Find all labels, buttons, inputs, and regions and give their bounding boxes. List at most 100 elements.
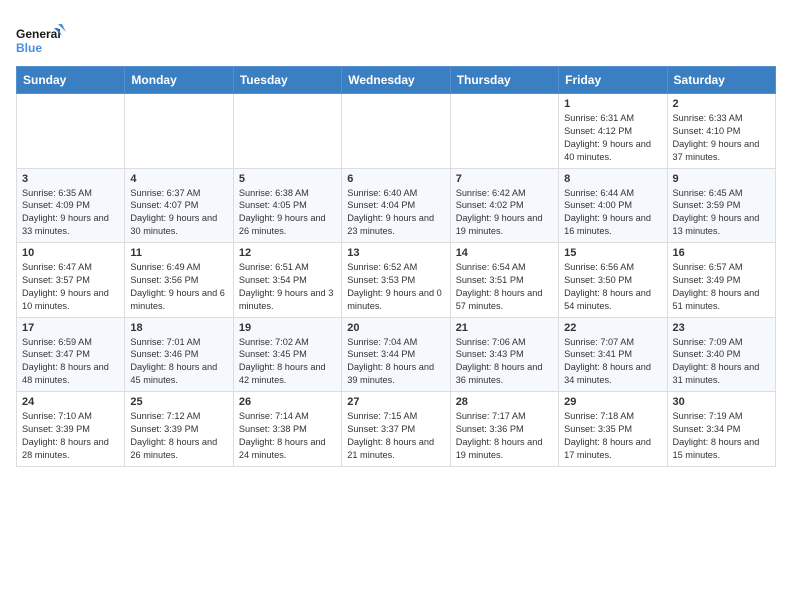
day-number: 17 <box>22 322 119 334</box>
calendar-cell: 11 Sunrise: 6:49 AM Sunset: 3:56 PM Dayli… <box>125 243 233 318</box>
calendar-cell: 15 Sunrise: 6:56 AM Sunset: 3:50 PM Dayli… <box>559 243 667 318</box>
calendar-cell: 29 Sunrise: 7:18 AM Sunset: 3:35 PM Dayli… <box>559 392 667 467</box>
calendar-cell: 28Sunrise: 7:17 AM Sunset: 3:36 PM Dayli… <box>450 392 558 467</box>
weekday-header-sunday: Sunday <box>17 67 125 94</box>
weekday-header-thursday: Thursday <box>450 67 558 94</box>
day-info: Sunrise: 6:33 AM Sunset: 4:10 PM Dayligh… <box>673 112 770 164</box>
day-number: 5 <box>239 173 336 185</box>
day-info: Sunrise: 6:31 AM Sunset: 4:12 PM Dayligh… <box>564 112 661 164</box>
calendar-cell: 20 Sunrise: 7:04 AM Sunset: 3:44 PM Dayli… <box>342 317 450 392</box>
day-number: 4 <box>130 173 227 185</box>
day-info: Sunrise: 6:57 AM Sunset: 3:49 PM Dayligh… <box>673 261 770 313</box>
day-info: Sunrise: 6:49 AM Sunset: 3:56 PM Dayligh… <box>130 261 227 313</box>
weekday-header-wednesday: Wednesday <box>342 67 450 94</box>
calendar-cell <box>342 94 450 169</box>
day-info: Sunrise: 7:19 AM Sunset: 3:34 PM Dayligh… <box>673 410 770 462</box>
weekday-header-saturday: Saturday <box>667 67 775 94</box>
day-info: Sunrise: 7:12 AM Sunset: 3:39 PM Dayligh… <box>130 410 227 462</box>
day-info: Sunrise: 6:52 AM Sunset: 3:53 PM Dayligh… <box>347 261 444 313</box>
calendar-cell: 16 Sunrise: 6:57 AM Sunset: 3:49 PM Dayli… <box>667 243 775 318</box>
calendar-week-1: 1 Sunrise: 6:31 AM Sunset: 4:12 PM Daylig… <box>17 94 776 169</box>
weekday-header-friday: Friday <box>559 67 667 94</box>
day-number: 14 <box>456 247 553 259</box>
calendar-cell: 5Sunrise: 6:38 AM Sunset: 4:05 PM Daylig… <box>233 168 341 243</box>
calendar-week-3: 10 Sunrise: 6:47 AM Sunset: 3:57 PM Dayli… <box>17 243 776 318</box>
day-number: 10 <box>22 247 119 259</box>
day-number: 23 <box>673 322 770 334</box>
logo: General Blue <box>16 22 66 62</box>
day-info: Sunrise: 6:45 AM Sunset: 3:59 PM Dayligh… <box>673 187 770 239</box>
day-info: Sunrise: 7:15 AM Sunset: 3:37 PM Dayligh… <box>347 410 444 462</box>
day-info: Sunrise: 6:54 AM Sunset: 3:51 PM Dayligh… <box>456 261 553 313</box>
day-number: 25 <box>130 396 227 408</box>
calendar-cell: 14 Sunrise: 6:54 AM Sunset: 3:51 PM Dayli… <box>450 243 558 318</box>
calendar-cell: 13 Sunrise: 6:52 AM Sunset: 3:53 PM Dayli… <box>342 243 450 318</box>
day-info: Sunrise: 7:02 AM Sunset: 3:45 PM Dayligh… <box>239 336 336 388</box>
calendar-week-5: 24 Sunrise: 7:10 AM Sunset: 3:39 PM Dayli… <box>17 392 776 467</box>
day-info: Sunrise: 7:14 AM Sunset: 3:38 PM Dayligh… <box>239 410 336 462</box>
calendar-cell: 25 Sunrise: 7:12 AM Sunset: 3:39 PM Dayli… <box>125 392 233 467</box>
day-number: 26 <box>239 396 336 408</box>
calendar-cell: 24 Sunrise: 7:10 AM Sunset: 3:39 PM Dayli… <box>17 392 125 467</box>
day-info: Sunrise: 7:04 AM Sunset: 3:44 PM Dayligh… <box>347 336 444 388</box>
day-number: 2 <box>673 98 770 110</box>
day-info: Sunrise: 7:01 AM Sunset: 3:46 PM Dayligh… <box>130 336 227 388</box>
calendar-table: SundayMondayTuesdayWednesdayThursdayFrid… <box>16 66 776 467</box>
day-info: Sunrise: 6:59 AM Sunset: 3:47 PM Dayligh… <box>22 336 119 388</box>
day-number: 21 <box>456 322 553 334</box>
calendar-cell: 17 Sunrise: 6:59 AM Sunset: 3:47 PM Dayli… <box>17 317 125 392</box>
calendar-cell: 30 Sunrise: 7:19 AM Sunset: 3:34 PM Dayli… <box>667 392 775 467</box>
weekday-header-monday: Monday <box>125 67 233 94</box>
day-number: 9 <box>673 173 770 185</box>
day-number: 6 <box>347 173 444 185</box>
day-number: 8 <box>564 173 661 185</box>
day-info: Sunrise: 6:35 AM Sunset: 4:09 PM Dayligh… <box>22 187 119 239</box>
weekday-header-row: SundayMondayTuesdayWednesdayThursdayFrid… <box>17 67 776 94</box>
day-number: 13 <box>347 247 444 259</box>
calendar-cell: 1 Sunrise: 6:31 AM Sunset: 4:12 PM Daylig… <box>559 94 667 169</box>
day-info: Sunrise: 7:18 AM Sunset: 3:35 PM Dayligh… <box>564 410 661 462</box>
calendar-cell: 26 Sunrise: 7:14 AM Sunset: 3:38 PM Dayli… <box>233 392 341 467</box>
logo-svg: General Blue <box>16 22 66 62</box>
day-info: Sunrise: 6:42 AM Sunset: 4:02 PM Dayligh… <box>456 187 553 239</box>
day-info: Sunrise: 6:56 AM Sunset: 3:50 PM Dayligh… <box>564 261 661 313</box>
day-info: Sunrise: 7:09 AM Sunset: 3:40 PM Dayligh… <box>673 336 770 388</box>
calendar-week-4: 17 Sunrise: 6:59 AM Sunset: 3:47 PM Dayli… <box>17 317 776 392</box>
day-number: 27 <box>347 396 444 408</box>
calendar-cell <box>450 94 558 169</box>
day-number: 30 <box>673 396 770 408</box>
day-number: 22 <box>564 322 661 334</box>
calendar-cell: 2 Sunrise: 6:33 AM Sunset: 4:10 PM Daylig… <box>667 94 775 169</box>
calendar-cell: 4 Sunrise: 6:37 AM Sunset: 4:07 PM Daylig… <box>125 168 233 243</box>
day-number: 15 <box>564 247 661 259</box>
day-info: Sunrise: 6:40 AM Sunset: 4:04 PM Dayligh… <box>347 187 444 239</box>
day-number: 16 <box>673 247 770 259</box>
calendar-week-2: 3 Sunrise: 6:35 AM Sunset: 4:09 PM Daylig… <box>17 168 776 243</box>
day-number: 29 <box>564 396 661 408</box>
day-info: Sunrise: 7:10 AM Sunset: 3:39 PM Dayligh… <box>22 410 119 462</box>
calendar-cell <box>125 94 233 169</box>
day-info: Sunrise: 6:47 AM Sunset: 3:57 PM Dayligh… <box>22 261 119 313</box>
page-header: General Blue <box>16 16 776 62</box>
calendar-cell: 19 Sunrise: 7:02 AM Sunset: 3:45 PM Dayli… <box>233 317 341 392</box>
day-number: 19 <box>239 322 336 334</box>
day-number: 24 <box>22 396 119 408</box>
day-info: Sunrise: 7:07 AM Sunset: 3:41 PM Dayligh… <box>564 336 661 388</box>
day-number: 1 <box>564 98 661 110</box>
calendar-cell: 3 Sunrise: 6:35 AM Sunset: 4:09 PM Daylig… <box>17 168 125 243</box>
calendar-cell <box>233 94 341 169</box>
calendar-cell <box>17 94 125 169</box>
day-number: 3 <box>22 173 119 185</box>
weekday-header-tuesday: Tuesday <box>233 67 341 94</box>
calendar-cell: 9 Sunrise: 6:45 AM Sunset: 3:59 PM Daylig… <box>667 168 775 243</box>
calendar-cell: 23 Sunrise: 7:09 AM Sunset: 3:40 PM Dayli… <box>667 317 775 392</box>
calendar-cell: 10 Sunrise: 6:47 AM Sunset: 3:57 PM Dayli… <box>17 243 125 318</box>
day-number: 12 <box>239 247 336 259</box>
calendar-cell: 27 Sunrise: 7:15 AM Sunset: 3:37 PM Dayli… <box>342 392 450 467</box>
day-number: 7 <box>456 173 553 185</box>
calendar-cell: 8Sunrise: 6:44 AM Sunset: 4:00 PM Daylig… <box>559 168 667 243</box>
day-info: Sunrise: 6:37 AM Sunset: 4:07 PM Dayligh… <box>130 187 227 239</box>
day-number: 18 <box>130 322 227 334</box>
day-number: 20 <box>347 322 444 334</box>
day-number: 11 <box>130 247 227 259</box>
